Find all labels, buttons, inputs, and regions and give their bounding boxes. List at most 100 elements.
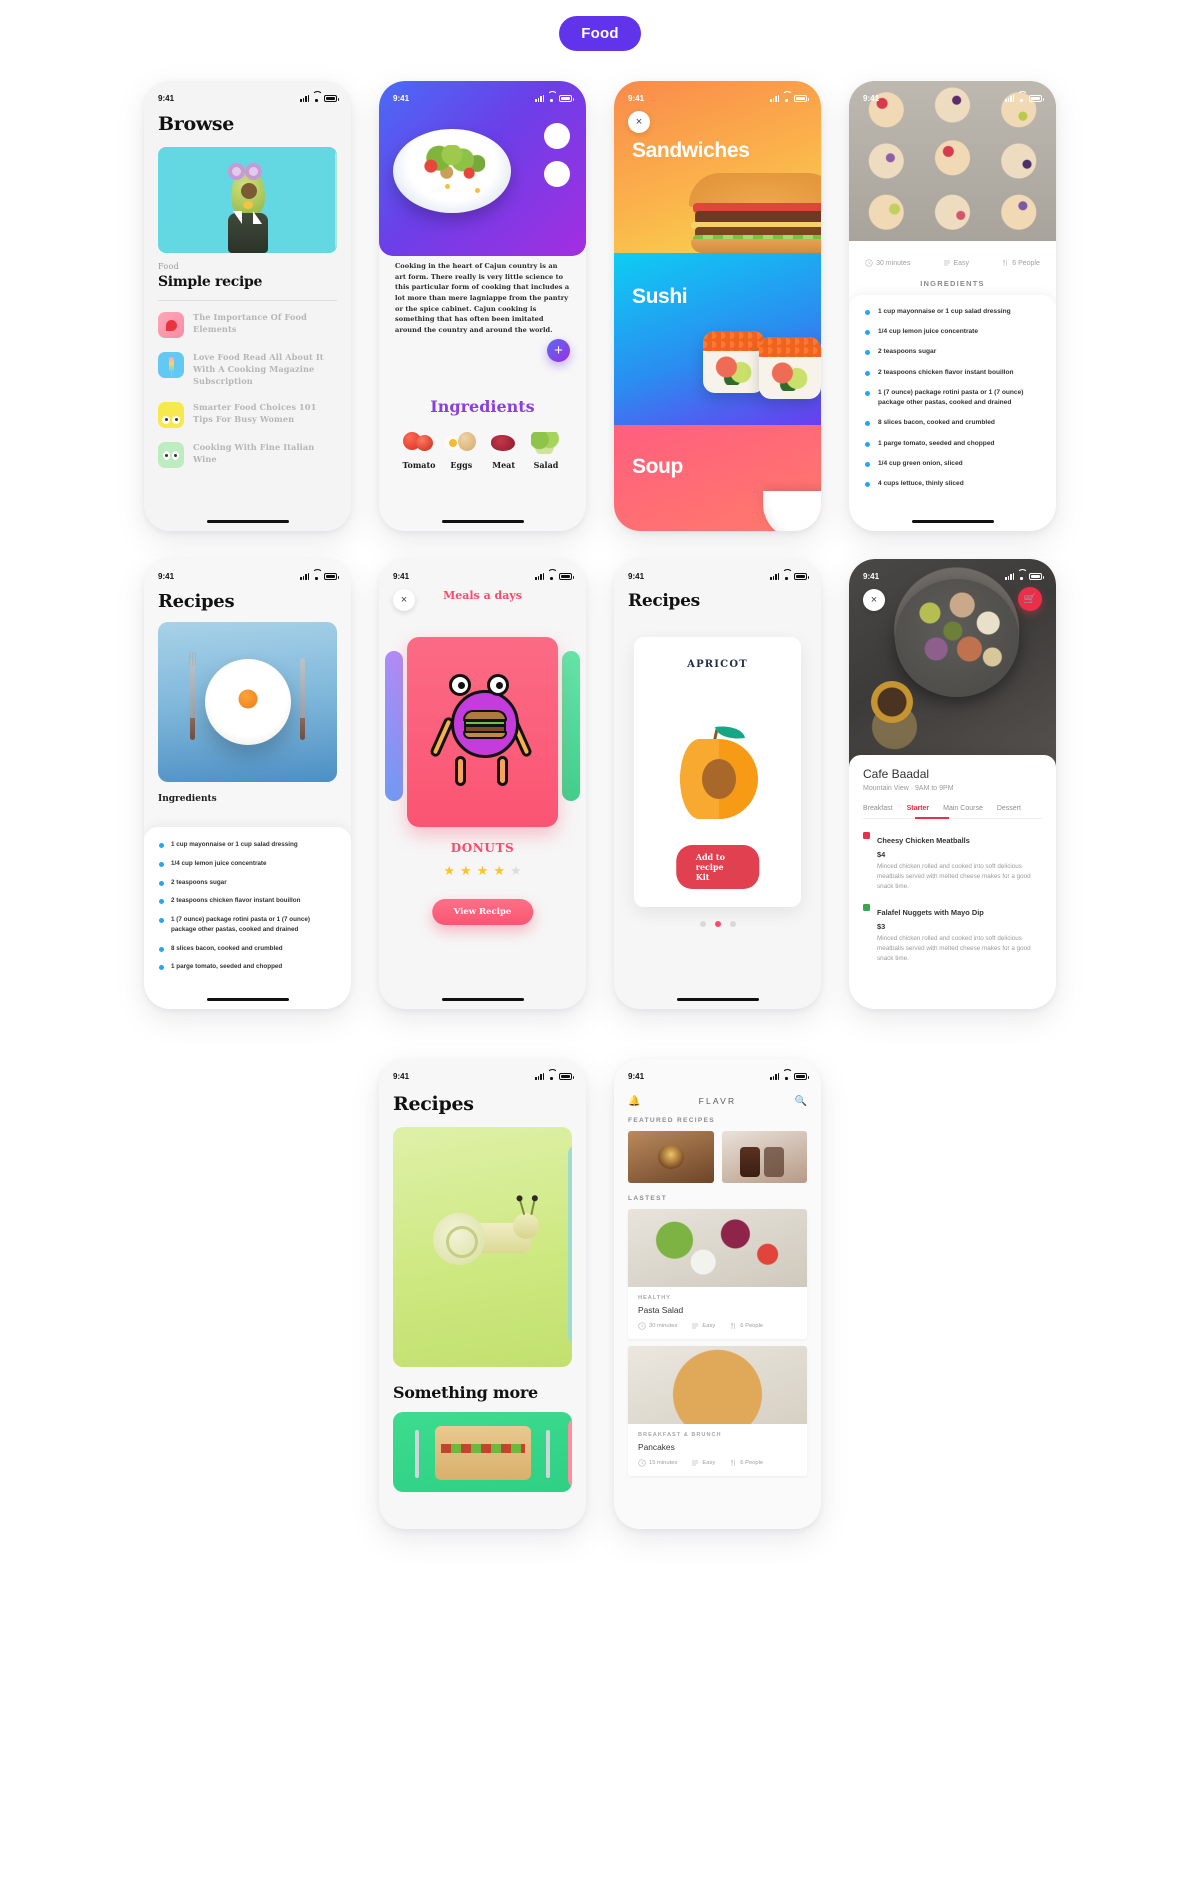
category-sushi[interactable]: Sushi [614,253,821,425]
phone-browse[interactable]: 9:41 Browse Food Simple recipe The Impor… [144,81,351,531]
tab-main-course[interactable]: Main Course [943,805,983,812]
cafe-detail-card: Cafe Baadal Mountain View · 9AM to 9PM B… [849,755,1056,1009]
phone-ingredients[interactable]: 9:41 30 minutes Easy 6 People INGREDIENT… [849,81,1056,531]
phone-categories[interactable]: Sandwiches Sushi Soup × 9:41 [614,81,821,531]
ingredient-chip[interactable]: Tomato [399,426,439,470]
status-time: 9:41 [863,93,880,103]
star-icon[interactable]: ★ [477,863,489,879]
mockup-row-1: 9:41 Browse Food Simple recipe The Impor… [100,81,1100,531]
status-bar: 9:41 [379,1059,586,1085]
recipe-card[interactable]: HEALTHY Pasta Salad 30 minutes Easy 6 Pe… [628,1209,807,1339]
add-button[interactable]: + [547,339,570,362]
list-item[interactable]: Love Food Read All About It With A Cooki… [158,345,337,395]
star-icon[interactable]: ★ [510,863,522,879]
carousel-dot[interactable] [729,921,736,927]
cart-icon[interactable]: 🛒 [1018,587,1042,611]
carousel-dot-active[interactable] [714,921,721,927]
hero-action-button-2[interactable] [544,161,570,187]
menu-item[interactable]: Falafel Nuggets with Mayo Dip $3 Minced … [863,902,1042,963]
rating-stars[interactable]: ★ ★ ★ ★ ★ [379,863,586,879]
meta-servings: 6 People [729,1322,763,1330]
phone-flavr-home[interactable]: 9:41 🔔 FLAVR 🔍 FEATURED RECIPES LASTEST [614,1059,821,1529]
list-item[interactable]: Smarter Food Choices 101 Tips For Busy W… [158,395,337,435]
ingredients-row: Tomato Eggs Meat Salad [395,426,570,470]
category-pill-food[interactable]: Food [559,16,641,51]
rose-icon [158,312,184,338]
tab-breakfast[interactable]: Breakfast [863,805,893,812]
phone-recipes-more[interactable]: 9:41 Recipes Something more [379,1059,586,1529]
list-item: 2 teaspoons sugar [159,878,336,888]
category-soup[interactable]: Soup [614,425,821,531]
egg-plate-image[interactable] [158,622,337,782]
featured-carousel[interactable] [628,1131,807,1183]
star-icon[interactable]: ★ [443,863,455,879]
hero-carousel-peek[interactable] [335,147,337,253]
status-time: 9:41 [628,571,645,581]
ingredient-chip[interactable]: Meat [484,426,524,470]
card-carousel[interactable] [379,637,586,827]
phone-meals-a-days[interactable]: 9:41 × Meals a days DONUTS ★ ★ ★ ★ ★ Vie… [379,559,586,1009]
phone-apricot[interactable]: 9:41 Recipes APRICOT Add to recipe Kit [614,559,821,1009]
apricot-card[interactable]: APRICOT Add to recipe Kit [634,637,801,907]
star-icon[interactable]: ★ [460,863,472,879]
search-icon[interactable]: 🔍 [795,1096,807,1107]
recipe-card[interactable]: BREAKFAST & BRUNCH Pancakes 15 minutes E… [628,1346,807,1476]
close-icon[interactable]: × [628,111,650,133]
status-time: 9:41 [863,571,880,581]
view-recipe-button[interactable]: View Recipe [431,899,534,925]
close-icon[interactable]: × [393,589,415,611]
ingredient-label: Meat [492,460,516,470]
tab-starter[interactable]: Starter [907,805,930,812]
hero-action-button-1[interactable] [544,123,570,149]
tab-dessert[interactable]: Dessert [997,805,1021,812]
add-to-recipe-kit-button[interactable]: Add to recipe Kit [675,845,760,889]
ingredient-chip[interactable]: Eggs [441,426,481,470]
battery-icon [1029,94,1044,102]
star-icon[interactable]: ★ [493,863,505,879]
bell-icon[interactable]: 🔔 [628,1096,640,1107]
menu-item[interactable]: Cheesy Chicken Meatballs $4 Minced chick… [863,830,1042,891]
phone-cafe-menu[interactable]: 9:41 × 🛒 Cafe Baadal Mountain View · 9AM… [849,559,1056,1009]
status-bar: 9:41 [379,559,586,585]
divider [158,300,337,301]
phone-recipe-detail[interactable]: 9:41 Cooking in the heart of Cajun count… [379,81,586,531]
recipe-meta: 30 minutes Easy 6 People [849,249,1056,277]
phone-recipes-egg[interactable]: 9:41 Recipes Ingredients 1 cup mayonnais… [144,559,351,1009]
hero-carousel-peek[interactable] [568,1418,572,1488]
carousel-dots[interactable] [614,921,821,927]
carousel-prev-card[interactable] [385,651,403,801]
signal-icon [770,572,779,580]
home-indicator[interactable] [206,519,289,523]
home-indicator[interactable] [911,519,994,523]
carousel-next-card[interactable] [562,651,580,801]
list-item[interactable]: Cooking With Fine Italian Wine [158,435,337,475]
category-label: Sandwiches [632,139,750,162]
meta-text: 30 minutes [876,259,911,267]
featured-card[interactable] [721,1131,807,1183]
carousel-dot[interactable] [699,921,706,927]
home-indicator[interactable] [206,997,289,1001]
menu-tabs[interactable]: Breakfast Starter Main Course Dessert [863,805,1042,819]
status-icons [535,1072,574,1080]
meta-difficulty: Easy [691,1459,715,1467]
snail-veggie-image[interactable] [393,1127,572,1367]
sandwich-image[interactable] [393,1412,572,1492]
ingredient-text: 2 teaspoons sugar [878,348,937,356]
ingredient-chip[interactable]: Salad [526,426,566,470]
ingredient-text: 1 cup mayonnaise or 1 cup salad dressing [878,308,1011,315]
donut-card[interactable] [407,637,558,827]
home-indicator[interactable] [676,997,759,1001]
home-indicator[interactable] [441,519,524,523]
hero-image-avocado[interactable] [158,147,337,253]
home-indicator[interactable] [441,997,524,1001]
status-bar: 9:41 [379,81,586,107]
tomato-icon [399,426,439,456]
section-title: Ingredients [158,794,217,804]
cafe-subtitle: Mountain View · 9AM to 9PM [863,785,954,792]
clock-icon [638,1459,646,1467]
featured-card[interactable] [628,1131,714,1183]
list-item[interactable]: The Importance Of Food Elements [158,305,337,345]
close-icon[interactable]: × [863,589,885,611]
hero-carousel-peek[interactable] [568,1145,572,1345]
status-icons [770,94,809,102]
